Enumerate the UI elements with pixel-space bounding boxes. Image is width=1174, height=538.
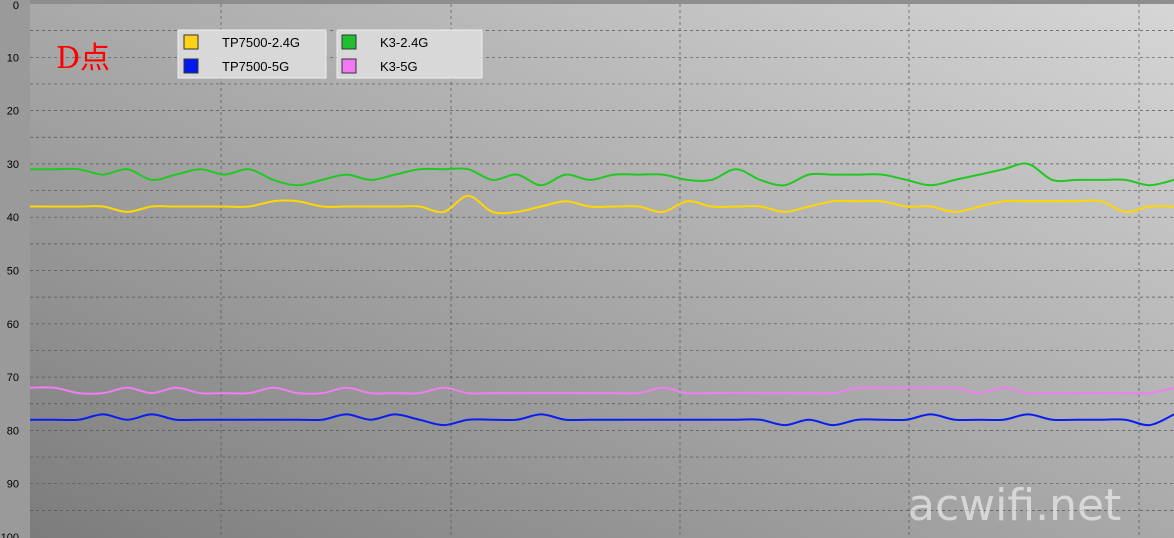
y-tick-label: 70 <box>7 372 19 384</box>
legend-label-k3-5g: K3-5G <box>380 59 418 74</box>
y-tick-label: 80 <box>7 425 19 437</box>
watermark: acwifi.net <box>908 480 1121 531</box>
chart: 0 10 20 30 40 50 60 70 80 90 100 D点 TP7500-2.4G TP… <box>0 0 1174 538</box>
y-tick-label: 50 <box>7 266 19 278</box>
y-tick-label: 10 <box>7 52 19 64</box>
legend-swatch-k3-5g <box>341 58 357 74</box>
legend-label-tp7500-5g: TP7500-5G <box>222 59 289 74</box>
y-tick-label: 90 <box>7 479 19 491</box>
legend-label-k3-2.4g: K3-2.4G <box>380 35 428 50</box>
y-tick-label: 40 <box>7 212 19 224</box>
y-tick-label: 20 <box>7 106 19 118</box>
y-tick-label: 30 <box>7 159 19 171</box>
legend-swatch-k3-2.4g <box>341 34 357 50</box>
legend-swatch-tp7500-5g <box>183 58 199 74</box>
chart-title: D点 <box>56 41 110 76</box>
y-tick-label: 60 <box>7 319 19 331</box>
y-tick-label: 0 <box>13 0 19 12</box>
chart-svg: 0 10 20 30 40 50 60 70 80 90 100 D点 TP7500-2.4G TP… <box>0 0 1174 538</box>
legend-swatch-tp7500-2.4g <box>183 34 199 50</box>
y-tick-label: 100 <box>1 532 19 538</box>
legend-label-tp7500-2.4g: TP7500-2.4G <box>222 35 300 50</box>
